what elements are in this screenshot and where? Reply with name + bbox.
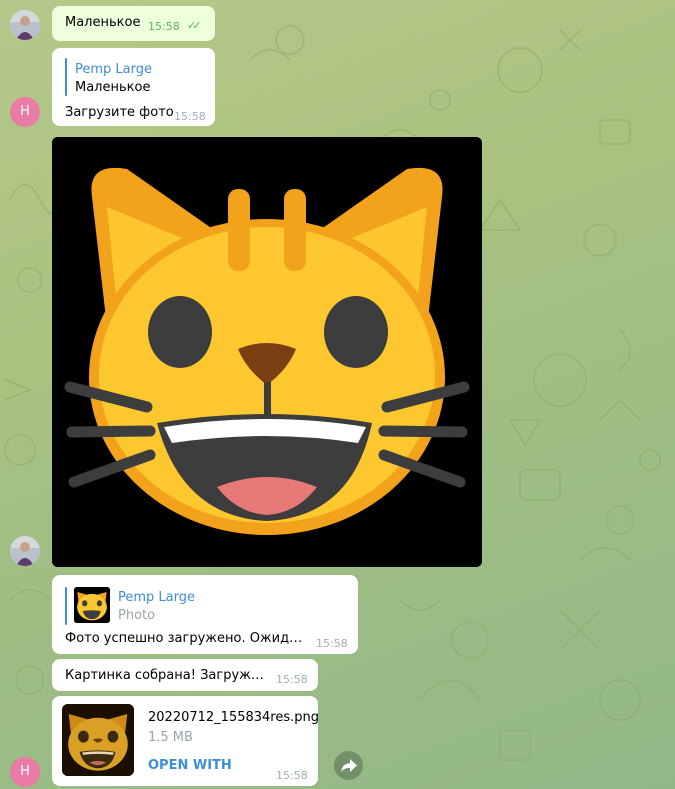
user-avatar-photo bbox=[10, 536, 40, 566]
user-avatar[interactable] bbox=[10, 536, 40, 566]
file-thumbnail[interactable] bbox=[62, 704, 134, 776]
message-bubble-incoming[interactable]: Pemp Large Photo Фото успешно загружено.… bbox=[52, 575, 358, 654]
user-avatar-photo bbox=[10, 10, 40, 40]
cat-emoji-image bbox=[52, 137, 482, 567]
file-size: 1.5 MB bbox=[148, 730, 193, 745]
bot-avatar[interactable]: H bbox=[10, 97, 40, 127]
photo-message[interactable] bbox=[52, 137, 482, 567]
message-bubble-incoming[interactable]: Pemp Large Маленькое Загрузите фото 15:5… bbox=[52, 48, 215, 126]
message-time: 15:58 bbox=[276, 673, 308, 686]
quote-bar bbox=[65, 587, 67, 625]
share-arrow-icon bbox=[341, 759, 357, 772]
message-time: 15:58 bbox=[316, 637, 348, 650]
quote-text: Маленькое bbox=[75, 80, 151, 95]
message-bubble-outgoing[interactable]: Маленькое 15:58 ✓✓ bbox=[52, 6, 215, 41]
cat-thumbnail-icon bbox=[62, 704, 134, 776]
share-button[interactable] bbox=[334, 751, 363, 780]
message-time: 15:58 bbox=[148, 20, 180, 33]
quote-author: Pemp Large bbox=[118, 590, 195, 605]
message-text: Маленькое bbox=[65, 15, 141, 30]
double-check-icon: ✓✓ bbox=[187, 19, 202, 32]
quote-photo-thumbnail bbox=[74, 587, 110, 623]
quote-text: Photo bbox=[118, 608, 156, 623]
message-text: Загрузите фото bbox=[65, 105, 174, 120]
message-time: 15:58 bbox=[174, 110, 206, 123]
cat-thumbnail-icon bbox=[74, 587, 110, 623]
message-bubble-incoming[interactable]: Картинка собрана! Загружаем... 15:58 bbox=[52, 659, 318, 691]
quote-bar bbox=[65, 58, 67, 96]
bot-avatar[interactable]: H bbox=[10, 757, 40, 787]
open-with-button[interactable]: OPEN WITH bbox=[148, 758, 232, 773]
message-text: Фото успешно загружено. Ожидайте... bbox=[65, 631, 305, 646]
message-time: 15:58 bbox=[276, 769, 308, 782]
message-text: Картинка собрана! Загружаем... bbox=[65, 668, 267, 683]
quote-author: Pemp Large bbox=[75, 62, 152, 77]
file-name[interactable]: 20220712_155834res.png bbox=[148, 710, 319, 725]
user-avatar[interactable] bbox=[10, 10, 40, 40]
